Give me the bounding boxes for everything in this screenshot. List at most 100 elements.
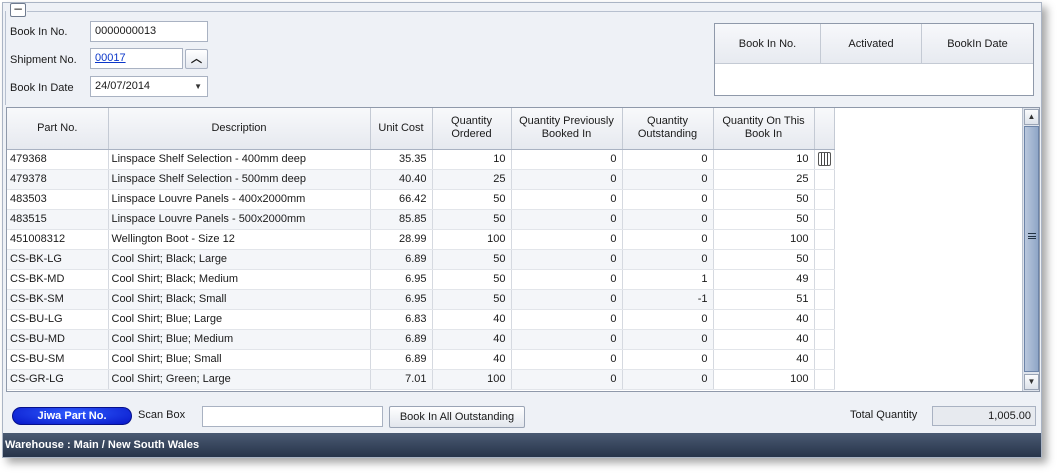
cell-quantity-prev-booked: 0 <box>511 369 623 390</box>
cell-part-no: CS-BU-LG <box>7 309 109 330</box>
scan-box-input[interactable] <box>202 406 383 427</box>
shipment-no-link[interactable]: 00017 <box>95 52 126 64</box>
row-actions <box>814 269 835 290</box>
cell-quantity-this-book-in[interactable]: 50 <box>713 189 815 210</box>
cell-quantity-prev-booked: 0 <box>511 289 623 310</box>
col-description[interactable]: Description <box>108 108 371 150</box>
row-actions <box>814 169 835 190</box>
cell-unit-cost: 6.89 <box>370 249 433 270</box>
book-in-date-value: 24/07/2014 <box>95 80 151 92</box>
cell-description: Wellington Boot - Size 12 <box>108 229 371 250</box>
cell-unit-cost: 66.42 <box>370 189 433 210</box>
table-row[interactable]: CS-BU-MD Cool Shirt; Blue; Medium 6.89 40 0 0… <box>7 329 835 350</box>
vertical-scrollbar[interactable]: ▲ ▼ <box>1022 108 1039 391</box>
cell-part-no: CS-BK-SM <box>7 289 109 310</box>
table-row[interactable]: CS-BU-SM Cool Shirt; Blue; Small 6.89 40 0 0 4… <box>7 349 835 370</box>
mini-col-book-in-date[interactable]: BookIn Date <box>922 24 1033 63</box>
book-in-window: − Book In No. 0000000013 Shipment No. 00… <box>2 2 1042 458</box>
cell-unit-cost: 85.85 <box>370 209 433 230</box>
col-actions <box>814 108 835 150</box>
mini-col-activated[interactable]: Activated <box>821 24 922 63</box>
col-quantity-outstanding[interactable]: Quantity Outstanding <box>622 108 714 150</box>
delete-icon[interactable] <box>817 152 831 166</box>
cell-unit-cost: 7.01 <box>370 369 433 390</box>
cell-quantity-prev-booked: 0 <box>511 229 623 250</box>
cell-part-no: 479378 <box>7 169 109 190</box>
table-row[interactable]: 451008312 Wellington Boot - Size 12 28.99 1… <box>7 229 835 250</box>
table-row[interactable]: CS-BK-MD Cool Shirt; Black; Medium 6.95 50 0… <box>7 269 835 290</box>
shipment-no-field[interactable]: 00017 <box>90 48 183 69</box>
cell-description: Cool Shirt; Black; Medium <box>108 269 371 290</box>
cell-unit-cost: 6.89 <box>370 329 433 350</box>
table-row[interactable]: 479378 Linspace Shelf Selection - 500mm d… <box>7 169 835 190</box>
cell-quantity-ordered: 10 <box>432 149 512 170</box>
cell-quantity-this-book-in[interactable]: 10 <box>713 149 815 170</box>
scroll-down-icon[interactable]: ▼ <box>1024 374 1039 390</box>
cell-unit-cost: 6.95 <box>370 289 433 310</box>
cell-part-no: CS-BU-SM <box>7 349 109 370</box>
row-actions <box>814 369 835 390</box>
chevron-down-icon[interactable]: ▼ <box>194 80 202 93</box>
table-row[interactable]: CS-BU-LG Cool Shirt; Blue; Large 6.83 40 0 0 4… <box>7 309 835 330</box>
book-in-no-field[interactable]: 0000000013 <box>90 21 208 42</box>
total-quantity-label: Total Quantity <box>850 409 918 421</box>
cell-quantity-prev-booked: 0 <box>511 249 623 270</box>
chevron-up-icon: ︿ <box>191 53 202 65</box>
cell-part-no: 483515 <box>7 209 109 230</box>
cell-quantity-prev-booked: 0 <box>511 169 623 190</box>
cell-description: Cool Shirt; Black; Large <box>108 249 371 270</box>
cell-quantity-ordered: 40 <box>432 309 512 330</box>
cell-description: Linspace Louvre Panels - 400x2000mm <box>108 189 371 210</box>
table-row[interactable]: CS-GR-LG Cool Shirt; Green; Large 7.01 100 0… <box>7 369 835 390</box>
col-quantity-ordered[interactable]: Quantity Ordered <box>432 108 512 150</box>
row-actions <box>814 249 835 270</box>
table-row[interactable]: 479368 Linspace Shelf Selection - 400mm d… <box>7 149 835 170</box>
cell-quantity-ordered: 25 <box>432 169 512 190</box>
table-row[interactable]: CS-BK-SM Cool Shirt; Black; Small 6.95 50 0-… <box>7 289 835 310</box>
grip-icon <box>1028 233 1036 239</box>
cell-description: Cool Shirt; Green; Large <box>108 369 371 390</box>
shipment-no-label: Shipment No. <box>10 54 77 66</box>
row-actions <box>814 229 835 250</box>
cell-quantity-this-book-in[interactable]: 51 <box>713 289 815 310</box>
cell-quantity-this-book-in[interactable]: 40 <box>713 329 815 350</box>
cell-quantity-outstanding: 0 <box>622 369 714 390</box>
col-unit-cost[interactable]: Unit Cost <box>370 108 433 150</box>
cell-quantity-outstanding: -1 <box>622 289 714 310</box>
cell-quantity-outstanding: 0 <box>622 329 714 350</box>
row-actions <box>814 349 835 370</box>
scroll-thumb[interactable] <box>1024 126 1039 372</box>
cell-quantity-this-book-in[interactable]: 100 <box>713 229 815 250</box>
scroll-up-icon[interactable]: ▲ <box>1024 109 1039 125</box>
cell-quantity-prev-booked: 0 <box>511 349 623 370</box>
mini-col-book-in-no[interactable]: Book In No. <box>715 24 821 63</box>
cell-quantity-outstanding: 0 <box>622 309 714 330</box>
shipment-lookup-button[interactable]: ︿ <box>185 49 208 69</box>
cell-quantity-this-book-in[interactable]: 40 <box>713 309 815 330</box>
col-part-no[interactable]: Part No. <box>7 108 109 150</box>
cell-quantity-outstanding: 0 <box>622 249 714 270</box>
cell-quantity-this-book-in[interactable]: 40 <box>713 349 815 370</box>
cell-quantity-this-book-in[interactable]: 25 <box>713 169 815 190</box>
table-row[interactable]: 483515 Linspace Louvre Panels - 500x2000m… <box>7 209 835 230</box>
table-row[interactable]: CS-BK-LG Cool Shirt; Black; Large 6.89 50 0 0… <box>7 249 835 270</box>
book-in-date-label: Book In Date <box>10 82 74 94</box>
table-row[interactable]: 483503 Linspace Louvre Panels - 400x2000m… <box>7 189 835 210</box>
cell-quantity-ordered: 40 <box>432 349 512 370</box>
cell-quantity-this-book-in[interactable]: 49 <box>713 269 815 290</box>
cell-unit-cost: 35.35 <box>370 149 433 170</box>
book-in-date-picker[interactable]: 24/07/2014 ▼ <box>90 76 208 97</box>
cell-quantity-outstanding: 0 <box>622 149 714 170</box>
col-quantity-prev-booked[interactable]: Quantity Previously Booked In <box>511 108 623 150</box>
cell-quantity-this-book-in[interactable]: 50 <box>713 209 815 230</box>
jiwa-part-no-toggle[interactable]: Jiwa Part No. <box>12 407 132 425</box>
book-in-no-label: Book In No. <box>10 26 68 38</box>
header-divider <box>27 11 1041 12</box>
cell-description: Cool Shirt; Blue; Medium <box>108 329 371 350</box>
col-quantity-this-book-in[interactable]: Quantity On This Book In <box>713 108 815 150</box>
collapse-button[interactable]: − <box>10 3 26 17</box>
cell-quantity-this-book-in[interactable]: 100 <box>713 369 815 390</box>
book-in-all-outstanding-button[interactable]: Book In All Outstanding <box>389 406 525 428</box>
cell-quantity-ordered: 100 <box>432 229 512 250</box>
cell-quantity-this-book-in[interactable]: 50 <box>713 249 815 270</box>
